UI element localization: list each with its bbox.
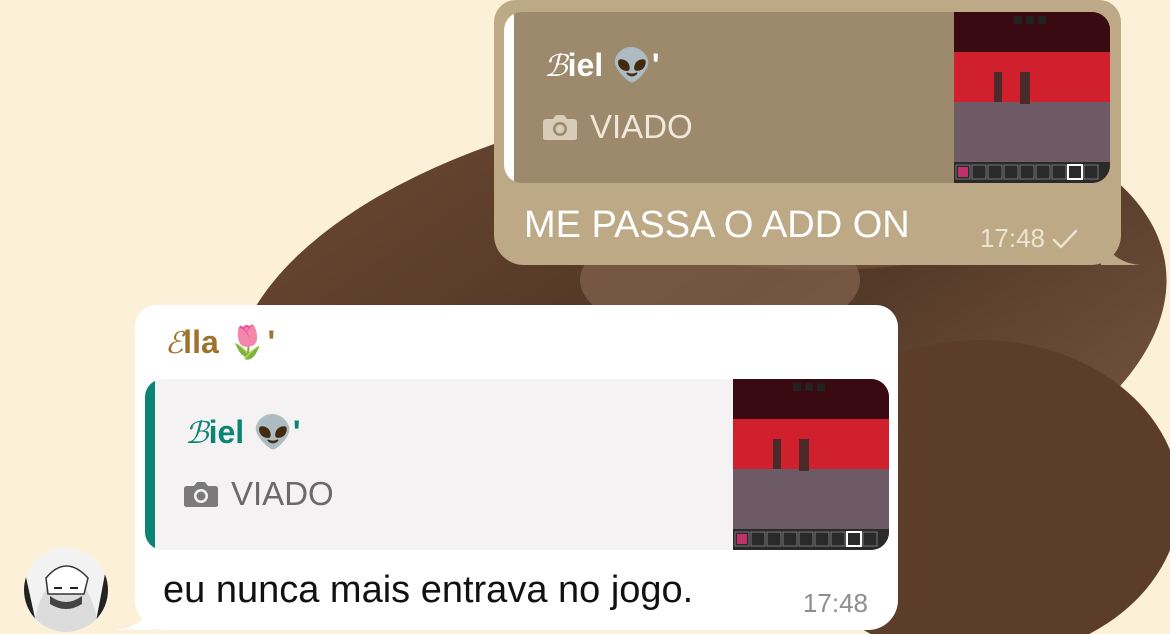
- quoted-caption-row: VIADO: [542, 108, 693, 146]
- quote-accent-bar: [145, 379, 155, 550]
- quoted-caption-row: VIADO: [183, 475, 334, 513]
- quoted-caption: VIADO: [231, 475, 334, 512]
- outgoing-message-bubble[interactable]: ℬiel 👽' VIADO ME PASSA O ADD ON 17:48: [494, 0, 1141, 265]
- quoted-image-thumbnail[interactable]: [954, 12, 1110, 183]
- single-check-icon: [1052, 229, 1078, 248]
- quoted-image-thumbnail[interactable]: [733, 379, 889, 550]
- message-text: eu nunca mais entrava no jogo.: [163, 569, 694, 611]
- incoming-message-bubble[interactable]: ℰlla 🌷' ℬiel 👽' VIADO eu nunca mais entr…: [115, 305, 898, 630]
- quoted-message[interactable]: ℬiel 👽' VIADO: [504, 12, 1110, 183]
- camera-icon: [184, 482, 218, 507]
- camera-icon: [543, 115, 577, 140]
- quoted-author: ℬiel 👽': [544, 47, 660, 84]
- bubble-tail: [115, 600, 155, 630]
- message-time: 17:48: [802, 588, 868, 618]
- sender-name[interactable]: ℰlla 🌷': [165, 323, 275, 361]
- bubble-tail: [1101, 235, 1141, 265]
- avatar-image: [24, 548, 108, 632]
- avatar[interactable]: [24, 548, 108, 632]
- quoted-message[interactable]: ℬiel 👽' VIADO: [145, 379, 889, 550]
- quote-accent-bar: [504, 12, 514, 183]
- message-meta: 17:48: [980, 223, 1079, 254]
- quoted-caption: VIADO: [590, 108, 693, 145]
- message-text: ME PASSA O ADD ON: [524, 204, 910, 246]
- quoted-author: ℬiel 👽': [185, 414, 301, 451]
- message-meta: 17:48: [803, 588, 868, 619]
- message-time: 17:48: [979, 223, 1045, 253]
